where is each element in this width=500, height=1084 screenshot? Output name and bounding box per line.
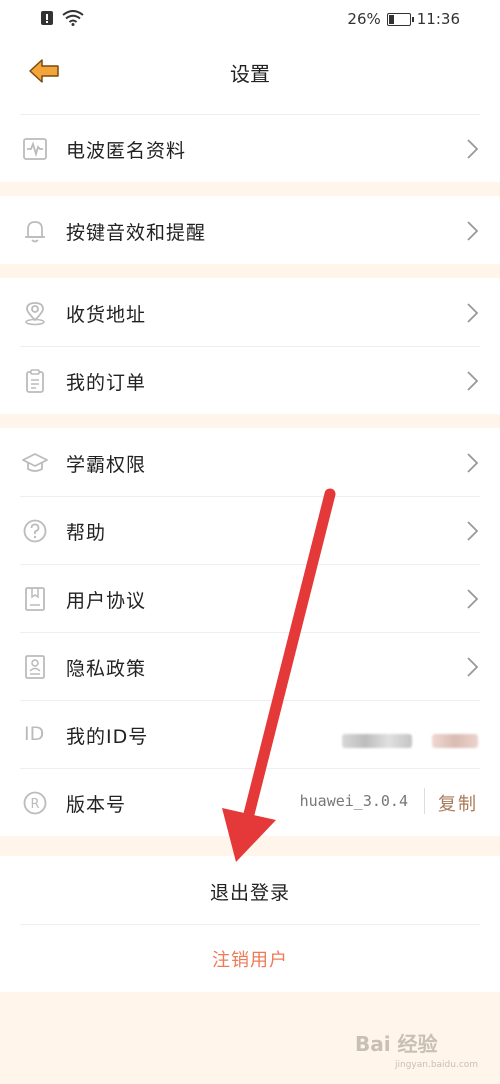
divider	[20, 564, 480, 565]
pulse-icon	[23, 138, 47, 160]
document-icon	[25, 587, 45, 611]
menu-item-address[interactable]: 收货地址	[0, 278, 500, 346]
section-gap	[0, 414, 500, 428]
version-value: huawei_3.0.4	[299, 792, 408, 810]
clock: 11:36	[416, 10, 460, 28]
menu-item-radio-anonymous[interactable]: 电波匿名资料	[0, 114, 500, 182]
menu-item-premium[interactable]: 学霸权限	[0, 428, 500, 496]
location-icon	[25, 302, 45, 326]
chevron-right-icon	[467, 521, 479, 541]
copy-button[interactable]: 复制	[438, 790, 478, 816]
graduation-cap-icon	[22, 453, 48, 472]
chevron-right-icon	[467, 303, 479, 323]
battery-icon	[386, 12, 414, 26]
divider	[424, 788, 425, 814]
menu-item-help[interactable]: 帮助	[0, 496, 500, 564]
section-gap	[0, 264, 500, 278]
chevron-right-icon	[467, 657, 479, 677]
watermark-url: jingyan.baidu.com	[395, 1060, 479, 1070]
menu-item-label: 按键音效和提醒	[66, 222, 207, 244]
help-icon	[23, 519, 47, 543]
menu-item-user-agreement[interactable]: 用户协议	[0, 564, 500, 632]
divider	[20, 924, 480, 925]
menu-item-label: 电波匿名资料	[66, 140, 187, 162]
clipboard-icon	[26, 369, 44, 393]
watermark-logo: Bai 经验	[355, 1032, 438, 1056]
menu-item-privacy-policy[interactable]: 隐私政策	[0, 632, 500, 700]
status-right: 26% 11:36	[347, 10, 460, 28]
menu-item-label: 我的ID号	[66, 726, 149, 748]
divider	[20, 346, 480, 347]
battery-percent: 26%	[347, 10, 381, 28]
menu-item-label: 帮助	[66, 522, 107, 544]
battery-fill	[388, 14, 394, 24]
deregister-button[interactable]: 注销用户	[0, 946, 500, 972]
redacted-id-extra	[432, 734, 478, 748]
divider	[20, 768, 480, 769]
menu-item-label: 隐私政策	[66, 658, 147, 680]
menu-item-label: 我的订单	[66, 372, 147, 394]
registered-letter: R	[30, 797, 39, 812]
chevron-right-icon	[467, 221, 479, 241]
divider	[20, 632, 480, 633]
chevron-right-icon	[467, 453, 479, 473]
registered-icon: R	[23, 791, 47, 815]
privacy-icon	[25, 655, 45, 679]
menu-item-label: 用户协议	[66, 590, 147, 612]
account-actions: 退出登录 注销用户	[0, 856, 500, 992]
logout-button[interactable]: 退出登录	[0, 878, 500, 905]
menu-item-key-sound[interactable]: 按键音效和提醒	[0, 196, 500, 264]
chevron-right-icon	[467, 139, 479, 159]
menu-item-my-id: ID 我的ID号	[0, 700, 500, 768]
status-left	[40, 10, 84, 26]
redacted-id	[342, 734, 412, 748]
section-gap	[0, 182, 500, 196]
id-icon: ID	[24, 723, 45, 745]
chevron-right-icon	[467, 589, 479, 609]
alert-icon	[41, 11, 53, 25]
menu-item-label: 收货地址	[66, 304, 147, 326]
bell-icon	[25, 221, 45, 243]
menu-item-label: 版本号	[66, 794, 127, 816]
page-title: 设置	[230, 62, 270, 86]
status-bar: 26% 11:36	[0, 0, 500, 40]
section-gap	[0, 836, 500, 856]
divider	[20, 496, 480, 497]
chevron-right-icon	[467, 371, 479, 391]
divider	[20, 114, 480, 115]
menu-item-version: R 版本号 huawei_3.0.4 复制	[0, 768, 500, 836]
header: 设置	[0, 40, 500, 114]
menu-item-orders[interactable]: 我的订单	[0, 346, 500, 414]
menu-item-label: 学霸权限	[66, 454, 147, 476]
divider	[20, 700, 480, 701]
wifi-icon	[62, 10, 84, 26]
